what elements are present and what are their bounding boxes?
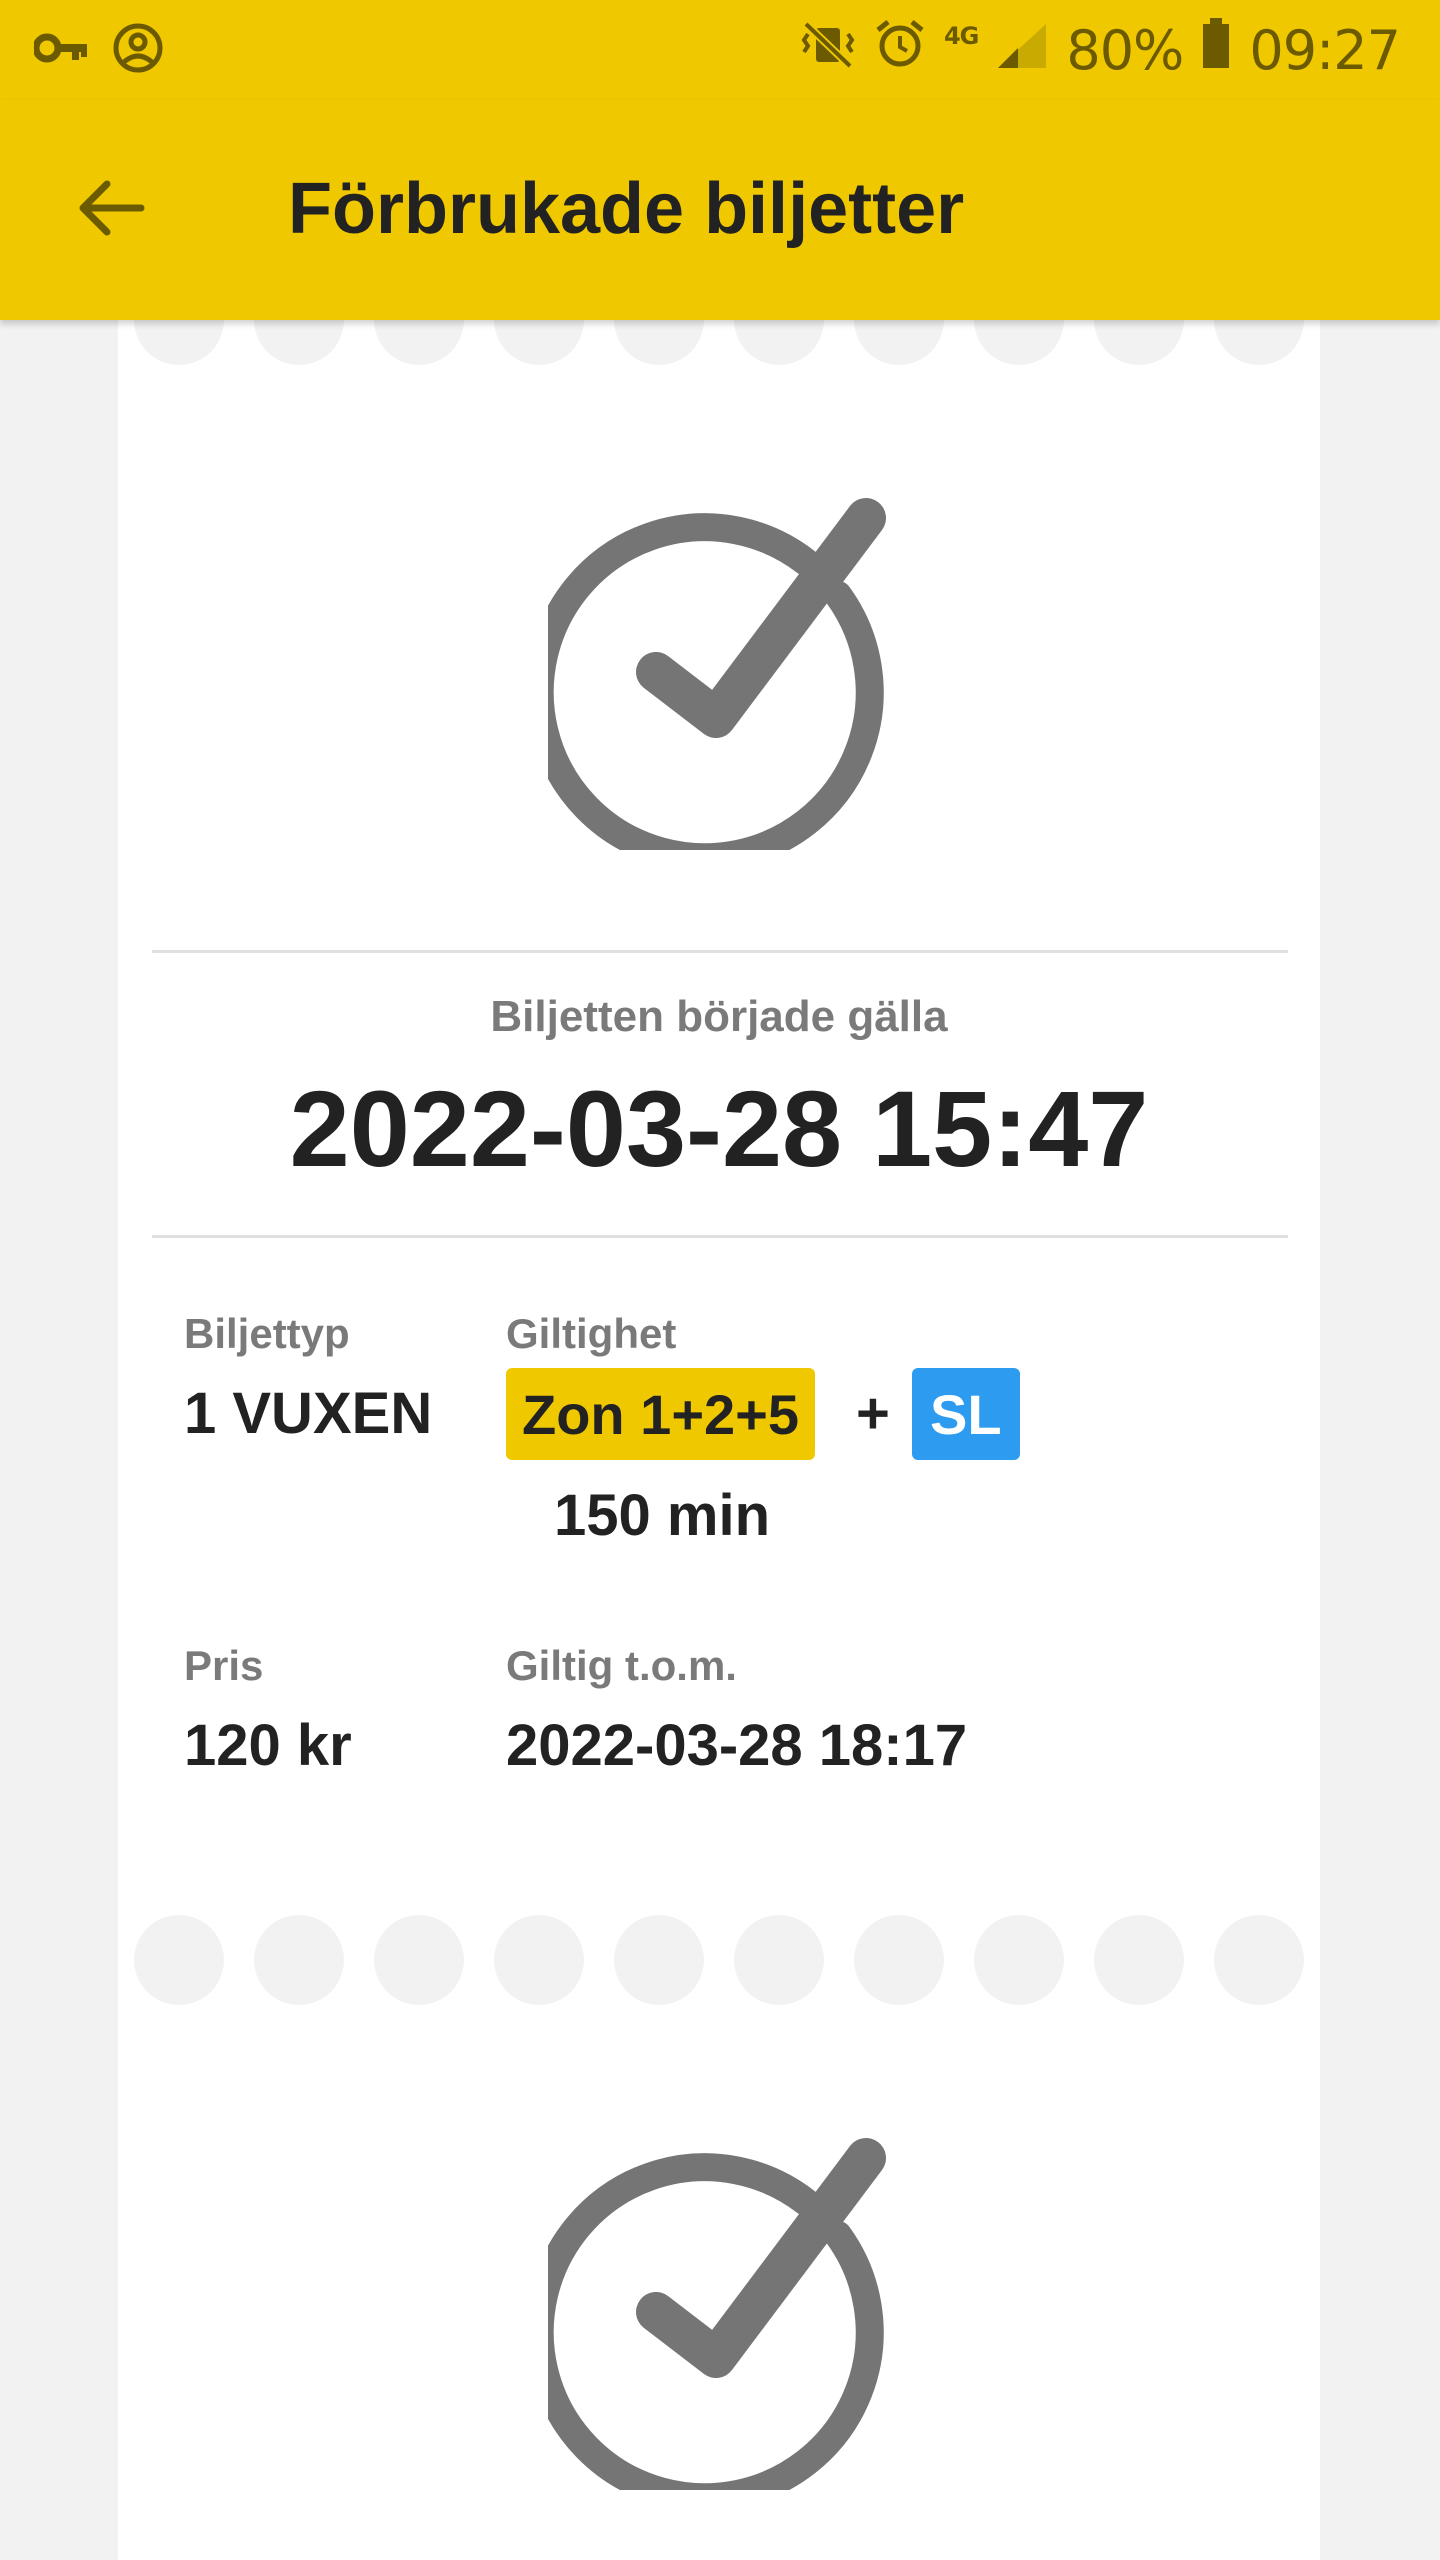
account-circle-icon [112,22,164,79]
status-bar: 4G 80% 09:27 [0,0,1440,100]
start-label: Biljetten började gälla [490,992,948,1041]
perforation-hole [1094,1915,1184,2005]
alarm-icon [874,18,926,83]
ticket-type-value: 1 VUXEN [184,1381,433,1446]
arrow-back-icon [75,178,145,243]
signal-icon [996,18,1048,83]
start-datetime: 2022-03-28 15:47 [289,1068,1149,1189]
valid-until-value: 2022-03-28 18:17 [506,1713,968,1778]
plus-sign: + [856,1381,890,1446]
perforation-hole [974,1915,1064,2005]
perforation-hole [254,1915,344,2005]
check-circle-icon [525,490,908,872]
perforation-hole [614,1915,704,2005]
price-label: Pris [184,1642,264,1689]
divider [152,950,1288,953]
perforation-hole [374,1915,464,2005]
ticket-perforation-bottom [134,1915,1304,2005]
operator-badge: SL [912,1368,1020,1460]
perforation-hole [134,1915,224,2005]
validity-label: Giltighet [506,1310,677,1357]
mute-vibrate-icon [800,18,856,83]
battery-percent: 80% [1066,18,1184,82]
perforation-hole [734,1915,824,2005]
perforation-hole [854,1915,944,2005]
duration-value: 150 min [554,1483,770,1548]
perforation-hole [494,1915,584,2005]
zone-badge: Zon 1+2+5 [506,1368,816,1460]
app-bar: Förbrukade biljetter [0,100,1440,320]
divider [152,1235,1288,1238]
key-icon [32,33,88,68]
ticket-card[interactable]: Biljetten började gälla 2022-03-28 15:47… [118,275,1320,2560]
price-value: 120 kr [184,1713,352,1778]
back-button[interactable] [60,160,160,260]
ticket-type-label: Biljettyp [184,1310,350,1357]
valid-until-label: Giltig t.o.m. [506,1642,737,1689]
page-title: Förbrukade biljetter [288,169,965,249]
network-type: 4G [943,22,979,50]
check-circle-icon [525,2130,908,2512]
clock: 09:27 [1249,18,1401,82]
perforation-hole [1214,1915,1304,2005]
battery-icon [1201,17,1231,83]
